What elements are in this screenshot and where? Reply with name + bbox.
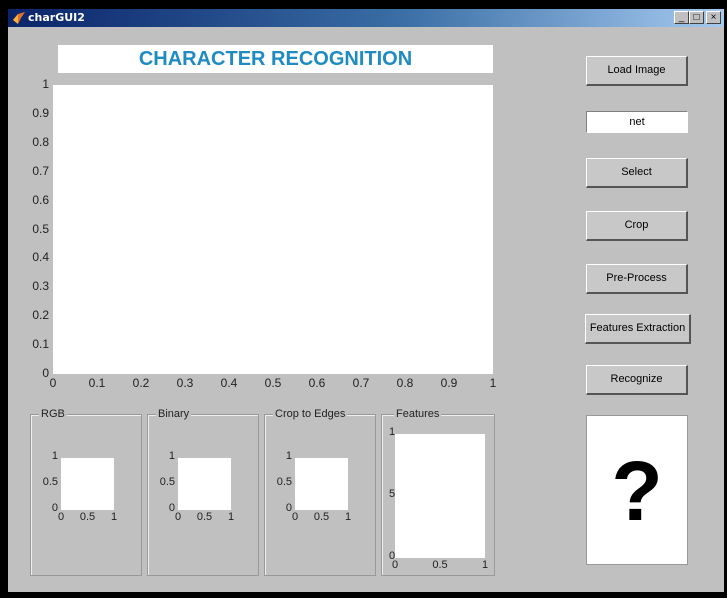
main-y-tick-label: 1 [42,77,49,91]
binary-axes [178,458,231,510]
crop-edges-axes [295,458,348,510]
crop-edges-x-tick-label: 0 [291,511,299,523]
main-y-tick-label: 0.3 [32,279,49,294]
main-y-tick-label: 0.2 [32,308,49,323]
main-x-tick-label: 0.8 [396,376,414,390]
main-x-tick-label: 0.4 [220,376,238,390]
close-button[interactable]: × [706,11,721,24]
load-image-button[interactable]: Load Image [586,56,688,86]
binary-x-tick-label: 0 [174,511,182,523]
main-x-tick-label: 0.7 [352,376,370,390]
main-x-tick-label: 0.2 [132,376,150,390]
main-x-tick-label: 0 [49,376,57,390]
window-title: charGUI2 [28,11,85,24]
crop-button[interactable]: Crop [586,211,688,241]
main-y-tick-label: 0.6 [32,192,49,207]
main-x-tick-label: 0.5 [264,376,282,390]
binary-x-tick-label: 1 [227,511,235,523]
features-y-tick-label: 5 [389,488,396,500]
main-x-tick-label: 0.6 [308,376,326,390]
main-x-tick-label: 1 [489,376,497,390]
title-bar[interactable]: charGUI2 _ □ × [8,9,724,27]
recognized-character-display: ? [586,415,688,565]
binary-y-tick-label: 1 [168,450,175,462]
rgb-y-tick-label: 0.5 [42,476,58,488]
rgb-panel-title: RGB [39,408,67,420]
status-strip [8,583,724,592]
main-x-tick-label: 0.1 [88,376,106,390]
main-y-tick-label: 0 [42,366,49,380]
rgb-x-tick-label: 0.5 [79,511,96,523]
main-x-tick-label: 0.9 [440,376,458,390]
main-y-tick-label: 0.9 [32,105,49,120]
matlab-logo-icon [12,11,26,30]
binary-x-tick-label: 0.5 [196,511,213,523]
crop-edges-x-tick-label: 0.5 [313,511,330,523]
select-button[interactable]: Select [586,158,688,188]
pre-process-button[interactable]: Pre-Process [586,264,688,294]
rgb-x-tick-label: 0 [57,511,65,523]
binary-panel-title: Binary [156,408,192,420]
features-axes [395,434,485,558]
features-x-tick-label: 0 [391,559,399,571]
app-banner: CHARACTER RECOGNITION [58,45,493,73]
features-y-tick-label: 1 [389,426,396,438]
main-y-tick-label: 0.1 [32,337,49,352]
maximize-button[interactable]: □ [689,11,704,24]
main-window: charGUI2 _ □ × CHARACTER RECOGNITION 0 0.… [8,9,724,592]
crop-edges-y-tick-label: 1 [285,450,292,462]
rgb-y-tick-label: 1 [51,450,58,462]
main-y-tick-label: 0.7 [32,163,49,178]
main-x-tick-label: 0.3 [176,376,194,390]
minimize-button[interactable]: _ [674,11,689,24]
net-field[interactable]: net [586,111,688,133]
rgb-x-tick-label: 1 [110,511,118,523]
main-y-tick-label: 0.4 [32,250,49,265]
crop-edges-x-tick-label: 1 [344,511,352,523]
features-x-tick-label: 1 [481,559,489,571]
features-panel-title: Features [394,408,442,420]
rgb-axes [61,458,114,510]
features-x-tick-label: 0.5 [432,559,448,571]
binary-y-tick-label: 0.5 [159,476,175,488]
main-y-tick-label: 0.5 [32,221,49,236]
features-extraction-button[interactable]: Features Extraction [585,314,691,344]
main-y-tick-label: 0.8 [32,134,49,149]
main-image-axes [53,85,493,374]
recognize-button[interactable]: Recognize [586,365,688,395]
crop-edges-y-tick-label: 0.5 [276,476,292,488]
crop-edges-panel-title: Crop to Edges [273,408,348,420]
